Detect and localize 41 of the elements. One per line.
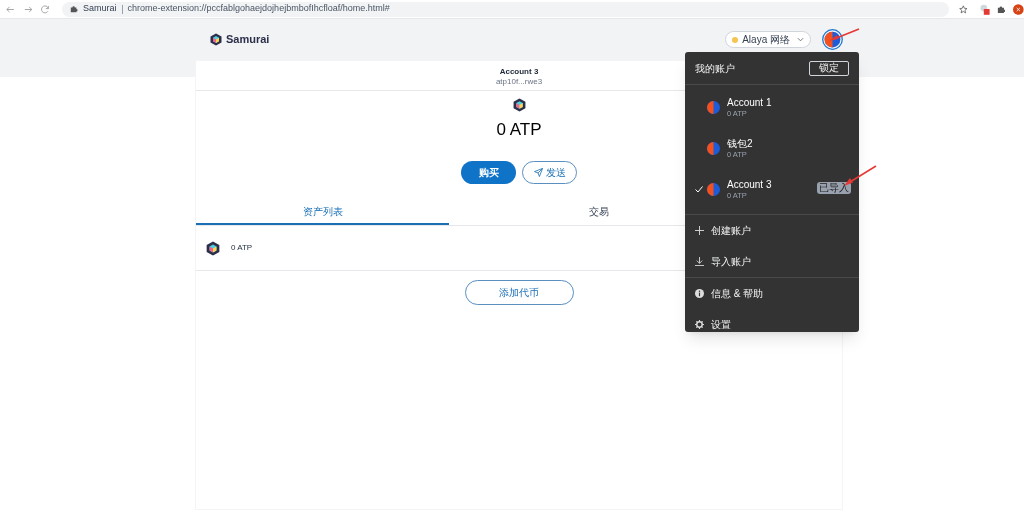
- balance-amount: 0 ATP: [496, 119, 542, 141]
- lock-button[interactable]: 锁定: [809, 60, 849, 76]
- account-name: 钱包2: [727, 138, 753, 150]
- plus-icon: [695, 226, 704, 235]
- account-name: Account 3: [727, 179, 772, 191]
- account-avatar: [707, 142, 720, 155]
- tab[interactable]: 资产列表: [196, 200, 449, 225]
- account-name: Account 3: [499, 65, 539, 77]
- forward-icon[interactable]: [23, 4, 33, 14]
- account-avatar: [707, 101, 720, 114]
- address-bar[interactable]: Samurai chrome-extension://pccfablgohaejdojhejbmbofIhcfloaf/home.html#: [62, 1, 950, 17]
- account-name: Account 1: [727, 97, 772, 109]
- buy-button[interactable]: 购买: [461, 161, 516, 184]
- token-logo-icon: [512, 98, 526, 112]
- menu-item[interactable]: 信息 & 帮助: [685, 278, 859, 309]
- send-icon: [533, 168, 543, 177]
- annotation-arrow: [828, 28, 860, 42]
- menu-item[interactable]: 设置: [685, 309, 859, 340]
- menu-item[interactable]: 导入账户: [685, 246, 859, 277]
- extension-icon[interactable]: [979, 3, 991, 15]
- account-avatar[interactable]: [822, 29, 843, 50]
- puzzle-icon: [70, 5, 78, 13]
- brand-name: Samurai: [226, 32, 270, 48]
- account-address: atp10f...rwe3: [495, 76, 543, 86]
- star-icon[interactable]: [959, 4, 969, 14]
- download-icon: [695, 257, 704, 266]
- asset-amount: 0 ATP: [231, 242, 253, 254]
- imported-badge: 已导入: [817, 182, 851, 194]
- profile-icon[interactable]: [1013, 3, 1024, 15]
- logo-icon: [210, 33, 222, 46]
- token-logo-icon: [206, 240, 220, 256]
- network-selector[interactable]: Alaya 网络: [725, 31, 811, 48]
- settings-icon: [695, 320, 704, 329]
- menu-title: 我的账户: [695, 61, 735, 76]
- site-name: Samurai: [83, 2, 117, 16]
- account-avatar: [707, 183, 720, 196]
- url-text: chrome-extension://pccfablgohaejdojhejbmbofIhcfloaf/home.html#: [127, 2, 390, 16]
- puzzle-icon[interactable]: [996, 4, 1006, 14]
- chevron-down-icon: [797, 37, 804, 42]
- back-icon[interactable]: [6, 4, 15, 14]
- info-icon: [695, 289, 704, 298]
